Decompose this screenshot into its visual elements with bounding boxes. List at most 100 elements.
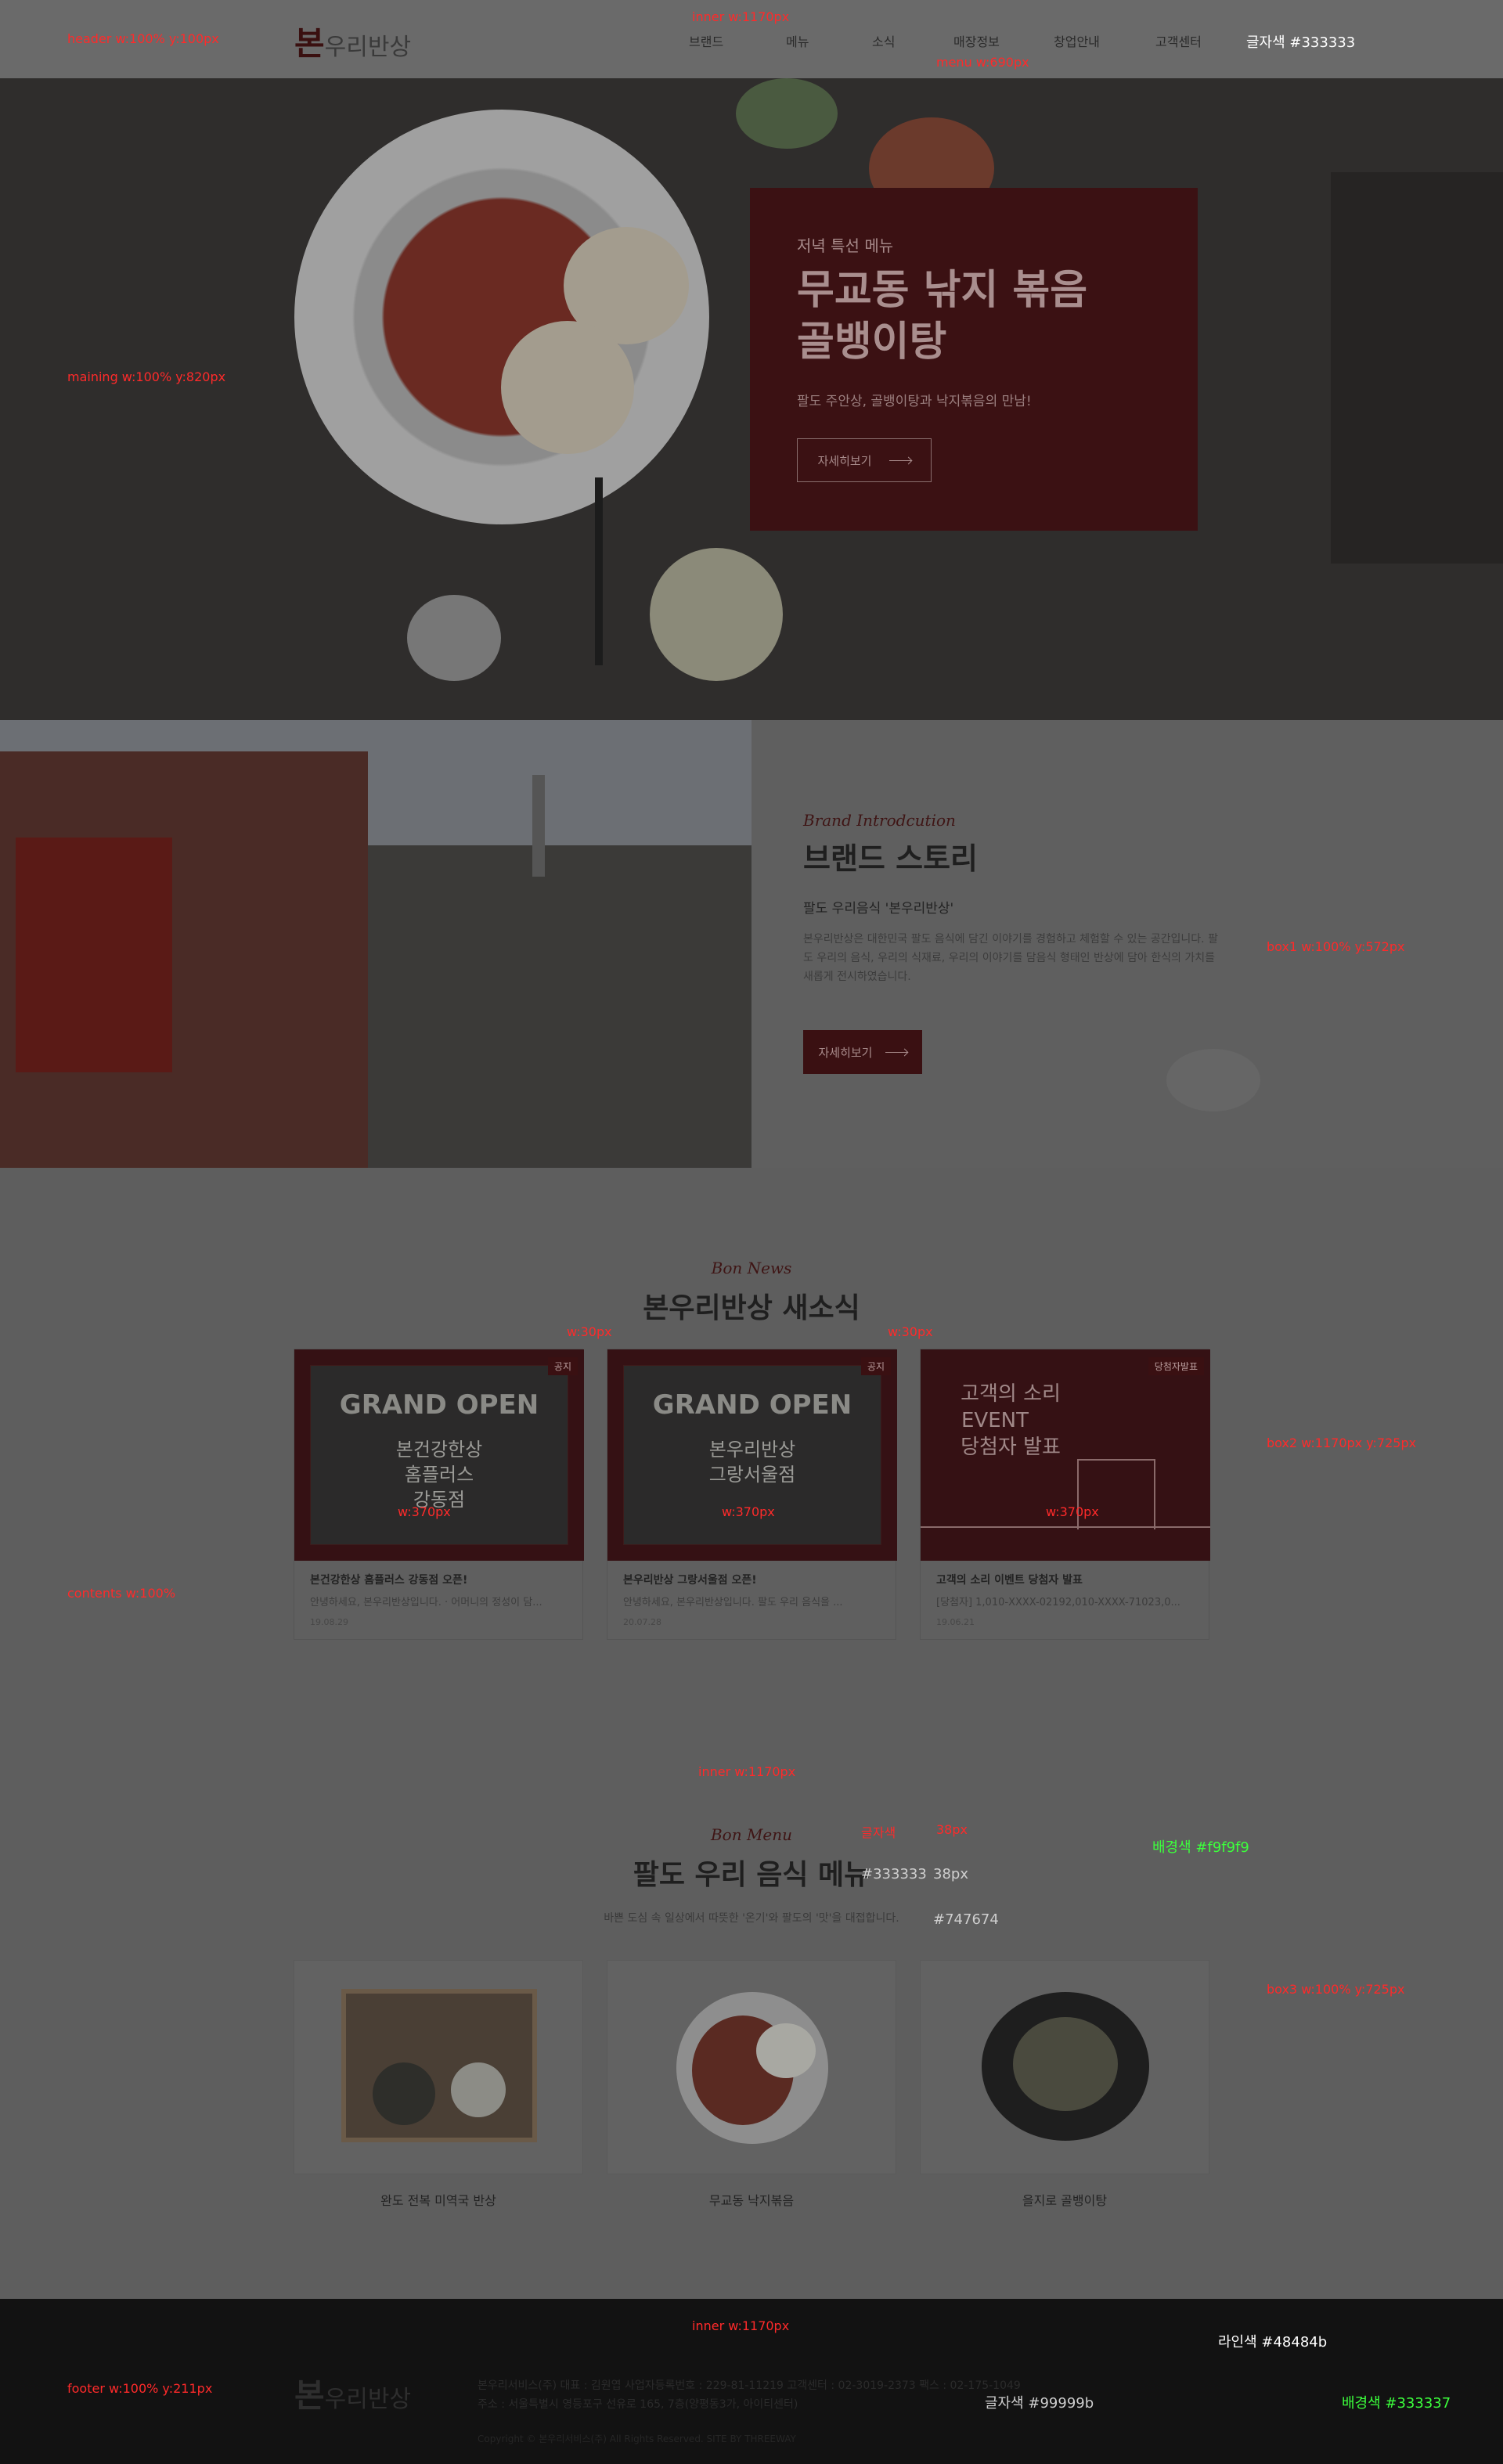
menu-title: 팔도 우리 음식 메뉴 <box>633 1859 870 1891</box>
menu-card[interactable] <box>920 1960 1209 2174</box>
annotation: 라인색 #48484b <box>1218 2334 1328 2351</box>
menu-desc: 바쁜 도심 속 일상에서 따뜻한 '온기'와 팔도의 '맛'을 대접합니다. <box>604 1912 899 1925</box>
logo[interactable]: 본 우리반상 <box>294 17 411 65</box>
annotation: #747674 <box>933 1911 999 1928</box>
nav-customer[interactable]: 고객센터 <box>1155 31 1202 50</box>
news-card[interactable]: GRAND OPEN 본건강한상 홈플러스 강동점 공지 본건강한상 홈플러스 … <box>294 1349 584 1640</box>
dumpling-image <box>1166 1049 1260 1111</box>
news-badge: 공지 <box>547 1357 578 1375</box>
logo-main: 본 <box>294 24 325 63</box>
menu-card[interactable] <box>294 1960 583 2174</box>
thumb-headline: GRAND OPEN <box>652 1389 852 1421</box>
thumb-line: 그랑서울점 <box>708 1464 796 1486</box>
divider <box>921 1526 1210 1528</box>
red-door-image <box>16 838 172 1072</box>
menu-tray-image <box>341 1989 537 2142</box>
nav-store[interactable]: 매장정보 <box>953 31 1000 50</box>
annotation: w:30px <box>888 1324 933 1339</box>
news-card-title: 고객의 소리 이벤트 당첨자 발표 <box>936 1574 1083 1587</box>
annotation: 배경색 #333337 <box>1342 2395 1451 2412</box>
footer-copyright: Copyright © 본우리서비스(주) All Rights Reserve… <box>478 2433 796 2444</box>
brand-more-label: 자세히보기 <box>818 1045 873 1060</box>
news-thumb: GRAND OPEN 본우리반상 그랑서울점 공지 <box>607 1349 897 1561</box>
alley-image <box>368 845 752 1168</box>
annotation: inner w:1170px <box>692 9 790 24</box>
annotation: inner w:1170px <box>698 1764 796 1779</box>
tower-image <box>532 775 545 877</box>
annotation: w:30px <box>567 1324 612 1339</box>
news-card-title: 본건강한상 홈플러스 강동점 오픈! <box>310 1574 468 1587</box>
news-card-date: 19.06.21 <box>936 1617 975 1627</box>
annotation: box3 w:100% y:725px <box>1267 1982 1405 1997</box>
background-shadow <box>1331 172 1503 564</box>
footer-logo-main: 본 <box>294 2376 325 2415</box>
thumb-line: 홈플러스 <box>404 1464 474 1486</box>
brand-text: 본우리반상은 대한민국 팔도 음식에 담긴 이야기를 경험하고 체험할 수 있는… <box>803 933 1218 983</box>
menu-name[interactable]: 을지로 골뱅이탕 <box>920 2190 1209 2209</box>
footer-logo-rest: 우리반상 <box>324 2386 412 2413</box>
hero-more-button[interactable]: 자세히보기 <box>797 438 932 482</box>
news-badge: 공지 <box>860 1357 891 1375</box>
soup-bowl-image <box>650 548 783 681</box>
menu-card[interactable] <box>607 1960 896 2174</box>
thumb-line: 본우리반상 <box>708 1439 796 1461</box>
annotation: menu w:690px <box>936 55 1029 70</box>
annotation: 38px <box>933 1866 968 1882</box>
thumb-line: EVENT <box>961 1409 1029 1432</box>
thumb-line: 본건강한상 <box>395 1439 483 1461</box>
news-card-date: 20.07.28 <box>623 1617 661 1627</box>
chopsticks-image <box>595 477 603 665</box>
news-badge: 당첨자발표 <box>1148 1357 1204 1375</box>
hero-title-line2: 골뱅이탕 <box>797 319 947 366</box>
news-thumb: GRAND OPEN 본건강한상 홈플러스 강동점 공지 <box>294 1349 584 1561</box>
brand-subtitle: 팔도 우리음식 '본우리반상' <box>803 901 954 917</box>
annotation: w:370px <box>1046 1504 1099 1519</box>
annotation: box2 w:1170px y:725px <box>1267 1436 1417 1450</box>
soup-image <box>373 2062 435 2125</box>
arrow-right-icon <box>888 459 911 461</box>
annotation: contents w:100% <box>67 1586 176 1601</box>
news-card-title: 본우리반상 그랑서울점 오픈! <box>623 1574 757 1587</box>
nav-menu[interactable]: 메뉴 <box>786 31 809 50</box>
annotation: w:370px <box>722 1504 775 1519</box>
annotation: 38px <box>936 1822 968 1837</box>
brand-more-button[interactable]: 자세히보기 <box>803 1030 922 1074</box>
annotation: w:370px <box>398 1504 451 1519</box>
annotation: footer w:100% y:211px <box>67 2381 213 2396</box>
arrow-right-icon <box>885 1051 907 1053</box>
nav-news[interactable]: 소식 <box>872 31 895 50</box>
rice-image <box>756 2023 816 2078</box>
nav-franchise[interactable]: 창업안내 <box>1054 31 1100 50</box>
golbaeng-image <box>1013 2017 1118 2111</box>
news-card-desc: 안녕하세요, 본우리반상입니다. · 어머니의 정성이 담... <box>310 1597 542 1608</box>
cup-image <box>407 595 501 681</box>
footer-logo[interactable]: 본 우리반상 <box>294 2369 411 2417</box>
nav-brand[interactable]: 브랜드 <box>689 31 723 50</box>
hero-more-label: 자세히보기 <box>817 453 872 468</box>
annotation: 배경색 #f9f9f9 <box>1152 1839 1249 1856</box>
brand-title: 브랜드 스토리 <box>803 841 978 876</box>
annotation: maining w:100% y:820px <box>67 369 226 384</box>
news-card[interactable]: 고객의 소리 EVENT 당첨자 발표 당첨자발표 고객의 소리 이벤트 당첨자… <box>920 1349 1210 1640</box>
annotation: #333333 <box>861 1866 927 1882</box>
annotation: 글자색 #333333 <box>1246 34 1356 51</box>
news-title: 본우리반상 새소식 <box>643 1292 860 1324</box>
news-thumb: 고객의 소리 EVENT 당첨자 발표 당첨자발표 <box>921 1349 1210 1561</box>
footer-company-info: 본우리서비스(주) 대표 : 김원엽 사업자등록번호 : 229-81-1121… <box>478 2379 1021 2392</box>
side-dish-image <box>736 78 838 149</box>
thumb-headline: GRAND OPEN <box>339 1389 539 1421</box>
rice-image <box>451 2062 506 2117</box>
thumb-line: 고객의 소리 <box>961 1382 1061 1406</box>
news-card[interactable]: GRAND OPEN 본우리반상 그랑서울점 공지 본우리반상 그랑서울점 오픈… <box>607 1349 897 1640</box>
main-visual: 저녁 특선 메뉴 무교동 낚지 볶음 골뱅이탕 팔도 주안상, 골뱅이탕과 낙지… <box>0 78 1503 720</box>
news-card-date: 19.08.29 <box>310 1617 348 1627</box>
annotation: 글자색 #99999b <box>985 2395 1094 2412</box>
logo-rest: 우리반상 <box>324 34 412 61</box>
annotation: inner w:1170px <box>692 2318 790 2333</box>
menu-name[interactable]: 무교동 낙지볶음 <box>607 2190 896 2209</box>
menu-name[interactable]: 완도 전복 미역국 반상 <box>294 2190 583 2209</box>
brand-image <box>0 720 752 1168</box>
annotation: header w:100% y:100px <box>67 31 219 46</box>
news-card-desc: [당첨자] 1,010-XXXX-02192,010-XXXX-71023,0.… <box>936 1597 1180 1608</box>
thumb-line: 당첨자 발표 <box>961 1436 1061 1459</box>
